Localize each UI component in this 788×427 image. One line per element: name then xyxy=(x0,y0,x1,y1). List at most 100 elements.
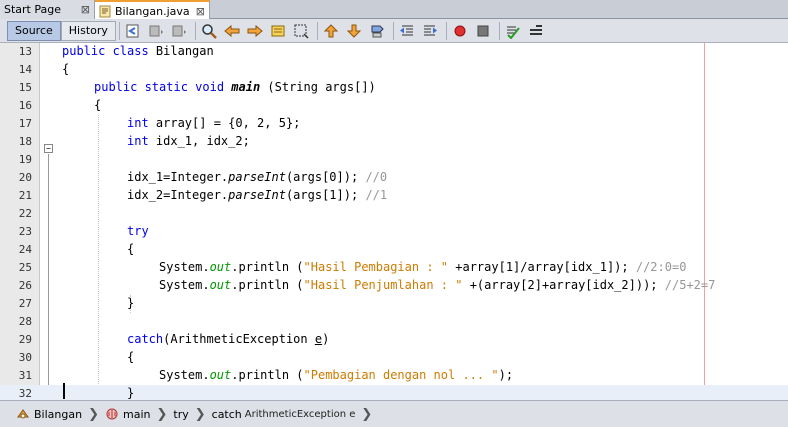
code-token: .println ( xyxy=(231,368,304,382)
class-icon xyxy=(17,409,29,419)
code-line: 28 xyxy=(0,313,788,331)
line-number: 18 xyxy=(18,135,32,148)
breadcrumb-item-class[interactable]: Bilangan xyxy=(16,407,82,421)
close-tab-icon[interactable]: ⊠ xyxy=(196,5,205,18)
comment-code-icon[interactable] xyxy=(526,21,546,41)
code-line-current: 32 } xyxy=(0,385,788,400)
code-token: array[] = {0, 2, 5}; xyxy=(148,116,301,130)
line-number: 14 xyxy=(18,63,32,76)
breadcrumb-label: main xyxy=(122,407,151,421)
tab-label: Bilangan.java xyxy=(115,4,190,18)
editor-tab-bar: Start Page ⊠ Bilangan.java ⊠ xyxy=(0,0,788,20)
code-editor[interactable]: − 13 public class Bilangan 14 { 15 publi… xyxy=(0,43,788,400)
tab-bilangan-java[interactable]: Bilangan.java ⊠ xyxy=(95,0,210,20)
previous-bookmark-icon[interactable] xyxy=(321,21,341,41)
line-number: 16 xyxy=(18,99,32,112)
tab-start-page[interactable]: Start Page ⊠ xyxy=(0,0,95,19)
code-token: System. xyxy=(159,260,210,274)
breadcrumb-item-method[interactable]: main xyxy=(105,407,150,421)
find-next-icon[interactable] xyxy=(245,21,265,41)
method-icon xyxy=(106,408,118,420)
code-token: (args[1]); xyxy=(285,188,366,202)
breadcrumb-label: try xyxy=(173,407,189,421)
breadcrumb-label: Bilangan xyxy=(34,407,83,421)
line-code: { xyxy=(127,242,135,256)
line-code: try xyxy=(127,224,149,238)
line-number: 24 xyxy=(18,243,32,256)
keyword-token: int xyxy=(127,116,149,130)
code-line: 31 System.out.println ("Pembagian dengan… xyxy=(0,367,788,385)
line-code: catch(ArithmeticException e) xyxy=(127,332,329,346)
keyword-token: public class xyxy=(62,44,149,58)
find-icon[interactable] xyxy=(199,21,219,41)
breadcrumb: Bilangan ❯ main ❯ try ❯ catch Arithmetic… xyxy=(0,400,788,427)
breadcrumb-item-try[interactable]: try xyxy=(173,408,188,421)
code-line: 20 idx_1=Integer.parseInt(args[0]); //0 xyxy=(0,169,788,187)
code-line: 29 catch(ArithmeticException e) xyxy=(0,331,788,349)
code-line: 18 int idx_1, idx_2; xyxy=(0,133,788,151)
next-bookmark-icon[interactable] xyxy=(344,21,364,41)
field-token: out xyxy=(209,368,232,382)
static-method-token: parseInt xyxy=(228,188,286,202)
line-code: idx_2=Integer.parseInt(args[1]); //1 xyxy=(127,188,387,202)
back-icon[interactable] xyxy=(146,21,166,41)
code-line: 17 int array[] = {0, 2, 5}; xyxy=(0,115,788,133)
code-token: System. xyxy=(159,278,210,292)
line-number: 23 xyxy=(18,225,32,238)
editor-toolbar: Source History xyxy=(0,19,788,43)
toolbar-separator xyxy=(392,21,394,40)
history-tab-button[interactable]: History xyxy=(60,20,116,41)
toolbar-separator xyxy=(445,21,447,40)
last-edit-icon[interactable] xyxy=(123,21,143,41)
code-token: ) xyxy=(322,332,330,346)
toolbar-separator xyxy=(118,21,120,40)
stop-macro-recording-icon[interactable] xyxy=(473,21,493,41)
breadcrumb-sublabel: ArithmeticException e xyxy=(244,408,356,420)
code-line: 22 xyxy=(0,205,788,223)
line-code: int array[] = {0, 2, 5}; xyxy=(127,116,300,130)
code-token: idx_1=Integer. xyxy=(127,170,229,184)
rectangular-selection-icon[interactable] xyxy=(291,21,311,41)
keyword-token: public static void xyxy=(94,80,225,94)
find-previous-icon[interactable] xyxy=(222,21,242,41)
code-line: 15 public static void main (String args[… xyxy=(0,79,788,97)
line-code: { xyxy=(127,350,135,364)
code-token: idx_1, idx_2; xyxy=(148,134,250,148)
line-number: 17 xyxy=(18,117,32,130)
string-token: "Pembagian dengan nol ... " xyxy=(303,368,499,382)
shift-right-icon[interactable] xyxy=(420,21,440,41)
toolbar-separator xyxy=(194,21,196,40)
toggle-highlight-icon[interactable] xyxy=(268,21,288,41)
line-code: int idx_1, idx_2; xyxy=(127,134,250,148)
breadcrumb-item-catch[interactable]: catch ArithmeticException e xyxy=(212,408,356,421)
comment-token: //5+2=7 xyxy=(664,278,716,292)
line-number: 30 xyxy=(18,351,32,364)
code-token: .println ( xyxy=(231,260,304,274)
shift-left-icon[interactable] xyxy=(397,21,417,41)
chevron-right-icon: ❯ xyxy=(156,406,168,422)
close-tab-icon[interactable]: ⊠ xyxy=(81,3,90,16)
keyword-token: int xyxy=(127,134,149,148)
check-file-icon[interactable] xyxy=(503,21,523,41)
start-macro-recording-icon[interactable] xyxy=(450,21,470,41)
tab-label: Start Page xyxy=(4,3,61,16)
code-token: (args[0]); xyxy=(285,170,366,184)
line-code: idx_1=Integer.parseInt(args[0]); //0 xyxy=(127,170,387,184)
line-code: } xyxy=(127,386,135,400)
line-code: System.out.println ("Hasil Penjumlahan :… xyxy=(159,278,715,292)
toggle-bookmark-icon[interactable] xyxy=(367,21,387,41)
forward-icon[interactable] xyxy=(169,21,189,41)
line-code: public static void main (String args[]) xyxy=(94,80,376,94)
string-token: "Hasil Pembagian : " xyxy=(303,260,449,274)
code-line: 19 xyxy=(0,151,788,169)
toolbar-separator xyxy=(316,21,318,40)
code-token: idx_2=Integer. xyxy=(127,188,229,202)
chevron-right-icon: ❯ xyxy=(194,406,206,422)
code-line: 27 } xyxy=(0,295,788,313)
code-line: 24 { xyxy=(0,241,788,259)
line-number: 21 xyxy=(18,189,32,202)
code-token: Bilangan xyxy=(148,44,214,58)
line-number: 20 xyxy=(18,171,32,184)
source-tab-button[interactable]: Source xyxy=(7,20,61,41)
line-number: 22 xyxy=(18,207,32,220)
